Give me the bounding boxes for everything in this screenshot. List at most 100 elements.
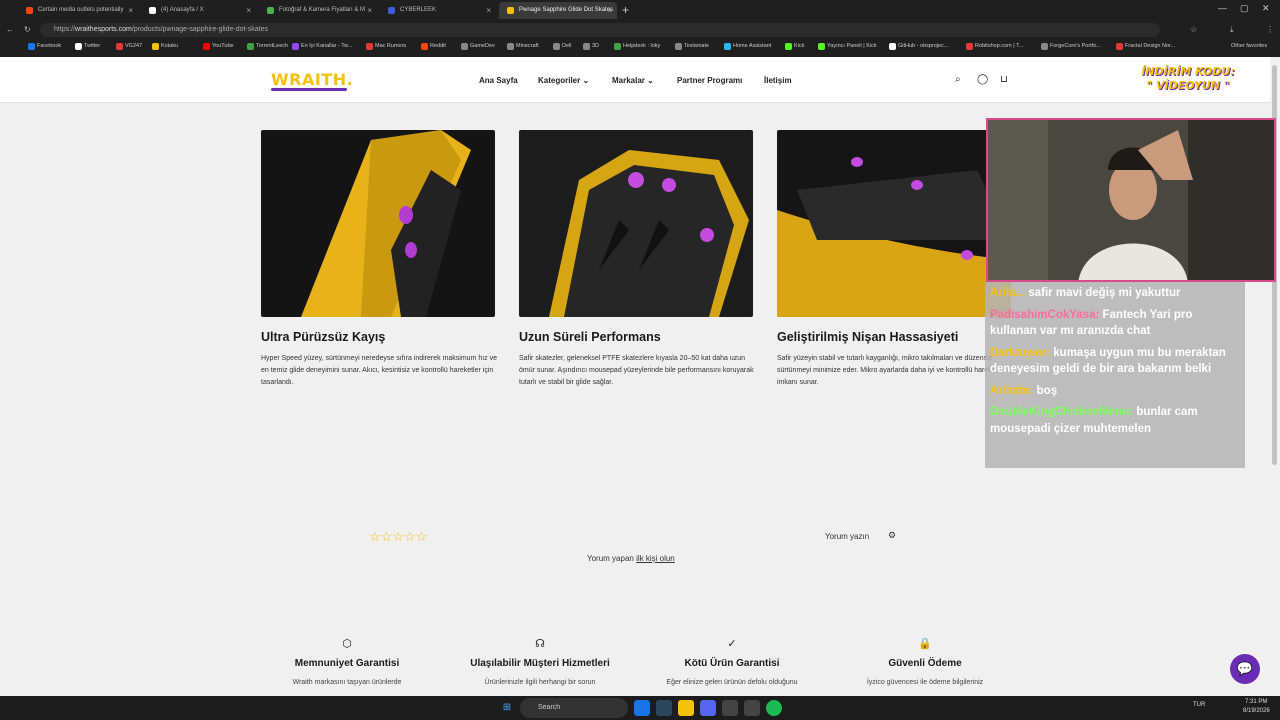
spotify-icon[interactable] [766, 700, 782, 716]
chevron-down-icon: ⌄ [647, 76, 654, 85]
chevron-down-icon: ⌄ [582, 76, 590, 85]
card-description: Safir skatezler, geleneksel PTFE skatezl… [519, 355, 754, 386]
bookmark-item[interactable]: Dell [553, 43, 571, 50]
nav-home[interactable]: Ana Sayfa [479, 76, 518, 85]
reddit-icon [26, 7, 33, 14]
discord-icon[interactable] [700, 700, 716, 716]
bookmark-item[interactable]: Fractal Design Nor... [1116, 43, 1175, 50]
filter-icon[interactable]: ⚙ [888, 530, 896, 541]
bookmark-favicon-icon [889, 43, 896, 50]
other-favorites[interactable]: Other favorites [1222, 43, 1267, 49]
menu-icon[interactable]: ⋮ [1266, 25, 1274, 34]
close-icon[interactable]: × [246, 6, 251, 15]
bookmark-item[interactable]: YouTube [203, 43, 234, 50]
nav-contact[interactable]: İletişim [764, 76, 792, 85]
bookmark-label: ForgeCore's Portfo... [1050, 43, 1101, 49]
maximize-icon[interactable]: ▢ [1240, 3, 1249, 14]
download-icon[interactable]: ⤓ [1230, 25, 1234, 35]
bookmark-item[interactable]: Reddit [421, 43, 446, 50]
nav-categories[interactable]: Kategoriler ⌄ [538, 76, 589, 85]
close-icon[interactable]: × [486, 6, 491, 15]
bookmark-favicon-icon [614, 43, 621, 50]
url-domain: wraithesports.com [75, 26, 132, 33]
close-icon[interactable]: × [367, 6, 372, 15]
bookmark-favicon-icon [1041, 43, 1048, 50]
bookmark-favicon-icon [247, 43, 254, 50]
url-prefix: https:// [54, 26, 76, 33]
cart-icon[interactable]: ⊔ [1000, 74, 1012, 86]
close-window-icon[interactable]: ✕ [1262, 3, 1270, 14]
bookmark-favicon-icon [75, 43, 82, 50]
first-review-link[interactable]: ilk kişi olun [636, 554, 675, 563]
bookmark-item[interactable]: Kotaku [152, 43, 179, 50]
bookmark-favicon-icon [724, 43, 731, 50]
bookmark-item[interactable]: Teslamate [675, 43, 710, 50]
taskbar-search[interactable]: Search [520, 698, 628, 718]
minimize-icon[interactable]: — [1218, 3, 1227, 13]
taskbar: ⊞ Search TUR 7:31 PM 8/19/2026 [0, 696, 1280, 720]
logo-underline [271, 88, 347, 91]
language-indicator[interactable]: TUR [1193, 702, 1205, 708]
feature-card: Uzun Süreli Performans Safir skatezler, … [519, 130, 754, 386]
close-icon[interactable]: × [128, 6, 133, 15]
bookmark-item[interactable]: 3D [583, 43, 599, 50]
edge-icon[interactable] [634, 700, 650, 716]
bookmark-item[interactable]: Kick [785, 43, 804, 50]
guarantee-title: Güvenli Ödeme [888, 658, 962, 669]
bookmark-item[interactable]: Helpdesk : loky [614, 43, 660, 50]
chrome-icon[interactable] [744, 700, 760, 716]
chat-bubble-icon[interactable]: 💬 [1230, 654, 1260, 684]
bookmark-item[interactable]: Home Assistant [724, 43, 772, 50]
bookmark-favicon-icon [675, 43, 682, 50]
bookmark-item[interactable]: Robitshop.com | T... [966, 43, 1023, 50]
bookmark-favicon-icon [421, 43, 428, 50]
search-icon[interactable]: ⌕ [955, 74, 967, 86]
bookmark-label: Kotaku [161, 43, 179, 49]
steam-icon[interactable] [656, 700, 672, 716]
back-icon[interactable]: ← [6, 25, 14, 34]
bookmark-label: Teslamate [684, 43, 710, 49]
url-bar[interactable]: https://wraithesports.com/products/pwnag… [40, 23, 1160, 37]
tab-x[interactable]: (4) Anasayfa / X × [141, 2, 256, 19]
new-tab-button[interactable]: + [622, 3, 629, 17]
bookmark-item[interactable]: ForgeCore's Portfo... [1041, 43, 1101, 50]
bookmark-item[interactable]: VG247 [116, 43, 143, 50]
chat-username: Arilette: [990, 384, 1034, 397]
address-bar-row: ← ↻ https://wraithesports.com/products/p… [0, 22, 1280, 38]
nav-label: Kategoriler [538, 76, 581, 85]
bookmark-item[interactable]: Twitter [75, 43, 100, 50]
folder-icon[interactable] [678, 700, 694, 716]
bookmark-item[interactable]: Minecraft [507, 43, 539, 50]
bookmark-favicon-icon [1116, 43, 1123, 50]
tab-active-wraith[interactable]: Pwnage Sapphire Glide Dot Skates × [499, 2, 617, 19]
chat-username: PadisahimCokYasa: [990, 308, 1100, 321]
bookmark-item[interactable]: Mac Rumors [366, 43, 406, 50]
star-icon[interactable]: ☆ [1190, 25, 1197, 34]
tab-reddit[interactable]: Certain media outlets potentially × [18, 2, 138, 19]
bookmark-favicon-icon [818, 43, 825, 50]
bookmark-favicon-icon [28, 43, 35, 50]
account-icon[interactable]: ◯ [977, 74, 989, 86]
bookmark-favicon-icon [116, 43, 123, 50]
bookmark-label: VG247 [125, 43, 143, 49]
nav-partner[interactable]: Partner Programı [677, 76, 742, 85]
bookmark-item[interactable]: TorrentLeech [247, 43, 288, 50]
search-label: Search [538, 704, 561, 711]
write-review-button[interactable]: Yorum yazın [825, 532, 869, 541]
tab-foto[interactable]: Fotoğraf & Kamera Fiyatları & M × [259, 2, 377, 19]
close-icon[interactable]: × [607, 6, 612, 15]
site-icon [507, 7, 514, 14]
windows-start-icon[interactable]: ⊞ [499, 700, 515, 716]
tab-cyberleek[interactable]: CYBERLEEK × [380, 2, 496, 19]
bookmark-item[interactable]: GameDev [461, 43, 495, 50]
bookmark-item[interactable]: Yayıncı Paneli | Kick [818, 43, 877, 50]
obs-icon[interactable] [722, 700, 738, 716]
nav-brands[interactable]: Markalar ⌄ [612, 76, 654, 85]
bookmark-item[interactable]: Facebook [28, 43, 61, 50]
reload-icon[interactable]: ↻ [24, 25, 31, 34]
bookmark-item[interactable]: GitHub - obsprojec... [889, 43, 948, 50]
bookmark-item[interactable]: En İyi Kanallar - Tw... [292, 43, 353, 50]
brand-logo[interactable]: WRAITH. [271, 70, 353, 89]
bookmark-label: Home Assistant [733, 43, 772, 49]
bookmark-favicon-icon [366, 43, 373, 50]
